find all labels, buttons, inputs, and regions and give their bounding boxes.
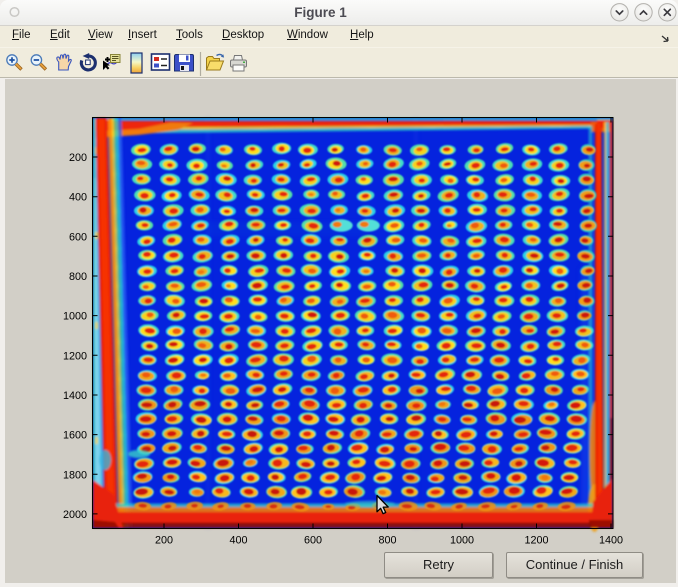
svg-text:200: 200 [155,535,173,547]
svg-text:1000: 1000 [450,535,474,547]
svg-text:800: 800 [69,271,87,283]
svg-text:400: 400 [229,535,247,547]
svg-text:1200: 1200 [63,350,87,362]
svg-text:1200: 1200 [524,535,548,547]
svg-text:1400: 1400 [599,535,623,547]
svg-text:600: 600 [304,535,322,547]
svg-text:1800: 1800 [63,469,87,481]
svg-text:1400: 1400 [63,390,87,402]
svg-text:1000: 1000 [63,311,87,323]
svg-text:200: 200 [69,152,87,164]
svg-text:400: 400 [69,192,87,204]
svg-text:600: 600 [69,231,87,243]
svg-text:1600: 1600 [63,430,87,442]
svg-text:2000: 2000 [63,509,87,521]
svg-text:800: 800 [378,535,396,547]
